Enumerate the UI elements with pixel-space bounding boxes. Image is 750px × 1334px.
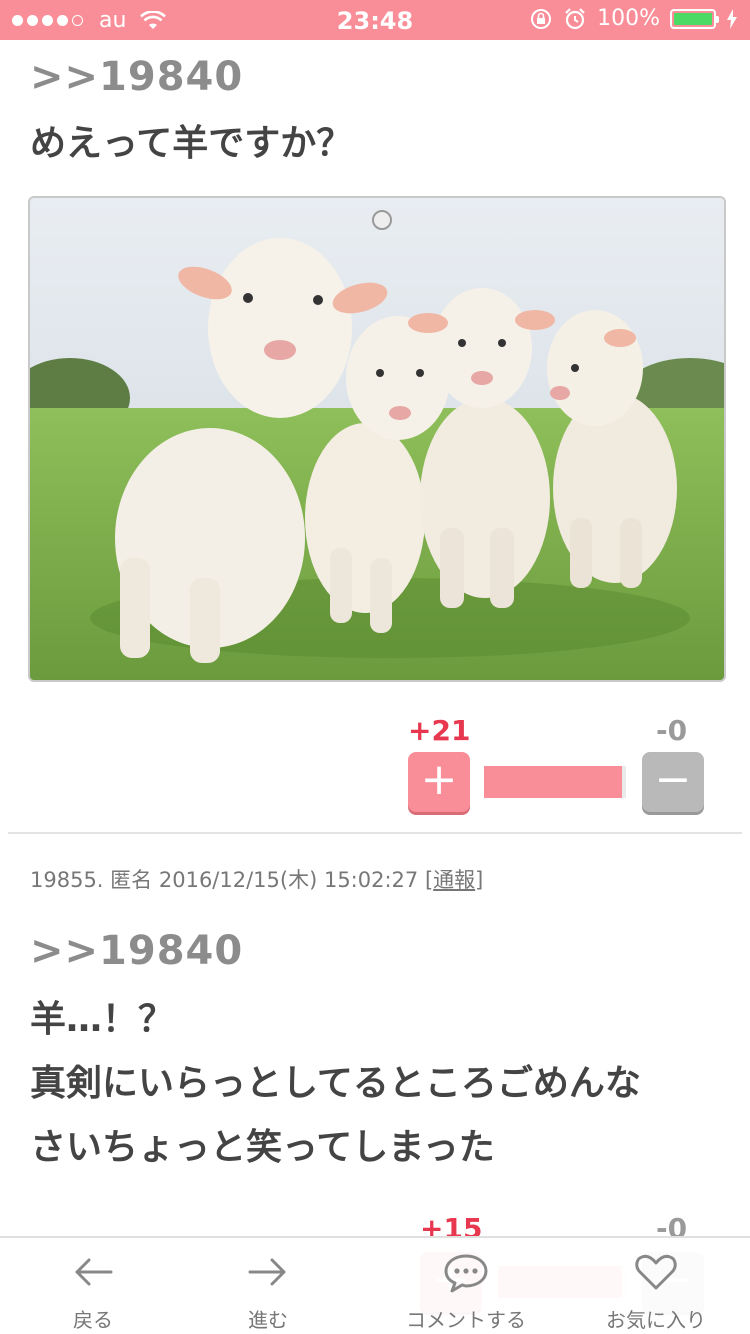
orientation-lock-icon bbox=[531, 8, 552, 29]
status-bar: au 23:48 100% bbox=[0, 0, 750, 40]
report-link[interactable]: 通報 bbox=[433, 868, 475, 892]
author-name: 匿名 bbox=[110, 868, 153, 892]
favorite-button[interactable]: お気に入り bbox=[566, 1238, 746, 1334]
comment-text: めえって羊ですか？ bbox=[30, 123, 353, 164]
reply-anchor-link[interactable]: >>19840 bbox=[30, 928, 243, 974]
minus-vote-button[interactable]: − bbox=[642, 752, 704, 812]
vote-ratio-bar bbox=[484, 766, 626, 798]
arrow-right-icon bbox=[248, 1258, 286, 1286]
comment-meta: 19855. 匿名 2016/12/15(木) 15:02:27 [通報] bbox=[30, 864, 483, 894]
reply-anchor-link[interactable]: >>19840 bbox=[30, 54, 243, 100]
battery-percent: 100% bbox=[597, 6, 660, 31]
back-label: 戻る bbox=[73, 1308, 113, 1332]
comment-number: 19855. bbox=[30, 868, 104, 892]
sheep-image bbox=[30, 198, 724, 680]
plus-vote-button[interactable]: + bbox=[408, 752, 470, 812]
comment-label: コメントする bbox=[406, 1308, 526, 1332]
plus-vote-count: +21 bbox=[408, 714, 471, 747]
battery-icon bbox=[670, 8, 719, 29]
forward-label: 進む bbox=[248, 1308, 288, 1332]
comment-line: さいちょっと笑ってしまった bbox=[30, 1127, 495, 1168]
comment-button[interactable]: コメントする bbox=[376, 1238, 556, 1334]
report-bracket-open: [ bbox=[424, 868, 434, 892]
arrow-left-icon bbox=[75, 1258, 113, 1286]
divider bbox=[8, 832, 742, 834]
comment-line: 羊…！？ bbox=[30, 999, 175, 1040]
comment-line: 真剣にいらっとしてるところごめんな bbox=[30, 1063, 641, 1104]
bottom-toolbar: 戻る 進む コメントする お気に入り bbox=[0, 1236, 750, 1334]
speech-bubble-icon bbox=[444, 1254, 488, 1293]
heart-icon bbox=[635, 1254, 677, 1290]
favorite-label: お気に入り bbox=[606, 1308, 706, 1332]
sheep-photo[interactable] bbox=[28, 196, 726, 682]
alarm-icon bbox=[565, 7, 585, 29]
forward-button[interactable]: 進む bbox=[178, 1238, 358, 1334]
report-bracket-close: ] bbox=[475, 868, 484, 892]
comment-text: 羊…！？ 真剣にいらっとしてるところごめんな さいちょっと笑ってしまった bbox=[30, 988, 720, 1180]
charging-bolt-icon bbox=[727, 8, 737, 29]
comment-datetime: 2016/12/15(木) 15:02:27 bbox=[158, 868, 419, 892]
minus-vote-count: -0 bbox=[656, 714, 688, 747]
back-button[interactable]: 戻る bbox=[3, 1238, 183, 1334]
